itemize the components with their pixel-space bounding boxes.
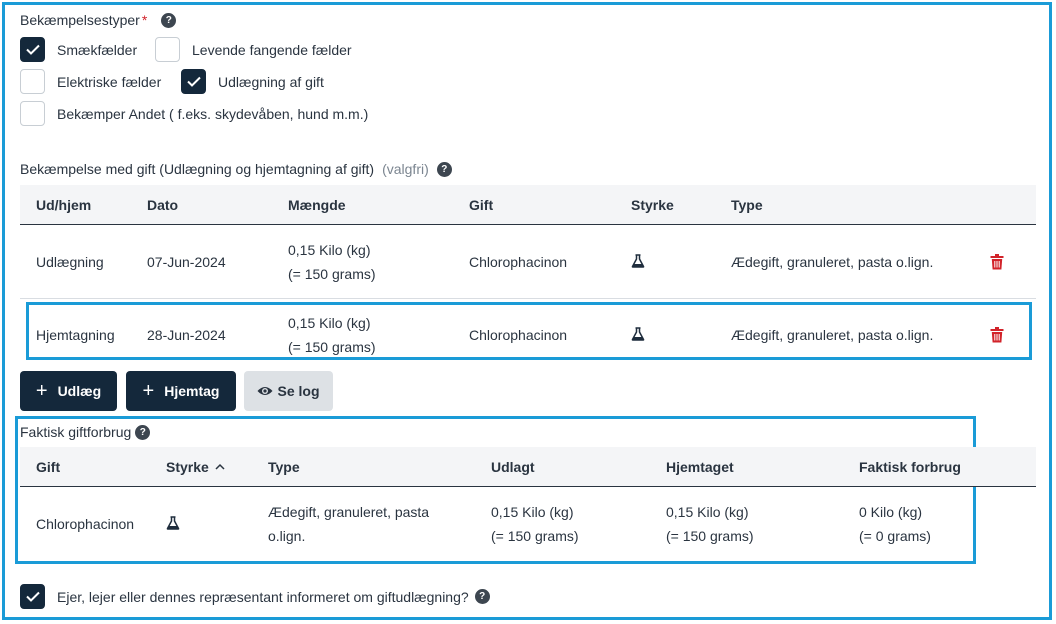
required-mark: * bbox=[141, 12, 148, 28]
col-gift: Gift bbox=[469, 196, 494, 213]
udlaeg-button[interactable]: + Udlæg bbox=[20, 371, 117, 411]
col-styrke: Styrke bbox=[166, 458, 209, 475]
trash-icon[interactable] bbox=[990, 254, 1004, 273]
hjemtaget-grams: (= 150 grams) bbox=[666, 528, 754, 544]
udlagt-grams: (= 150 grams) bbox=[491, 528, 579, 544]
forbrug-kg: 0 Kilo (kg) bbox=[859, 504, 923, 520]
checkbox-elektriske[interactable]: Elektriske fælder bbox=[20, 69, 161, 94]
maengde-kg: 0,15 Kilo (kg) bbox=[288, 242, 371, 258]
optional-label: (valgfri) bbox=[382, 161, 429, 177]
col-gift: Gift bbox=[36, 458, 61, 475]
cell-type: Ædegift, granuleret, pasta o.lign. bbox=[268, 500, 429, 548]
hjemtag-label: Hjemtag bbox=[164, 383, 220, 399]
hjemtag-button[interactable]: + Hjemtag bbox=[126, 371, 236, 411]
cell-hjemtaget: 0,15 Kilo (kg) (= 150 grams) bbox=[666, 500, 754, 548]
checkbox-box[interactable] bbox=[181, 69, 206, 94]
gift-section-label: Bekæmpelse med gift (Udlægning og hjemta… bbox=[20, 161, 452, 177]
plus-icon: + bbox=[142, 380, 155, 402]
col-udhjem: Ud/hjem bbox=[36, 196, 92, 213]
row-highlight bbox=[26, 302, 1032, 360]
col-udlagt: Udlagt bbox=[491, 458, 535, 475]
checkbox-label: Udlægning af gift bbox=[218, 73, 324, 90]
udlagt-kg: 0,15 Kilo (kg) bbox=[491, 504, 574, 520]
checkbox-box[interactable] bbox=[20, 37, 45, 62]
bekaempelsestyper-label: Bekæmpelsestyper * ? bbox=[20, 12, 177, 28]
check-icon bbox=[25, 44, 40, 55]
forbrug-table-header: Gift Styrke Type Udlagt Hjemtaget Faktis… bbox=[20, 447, 1036, 487]
checkbox-udlaegning-gift[interactable]: Udlægning af gift bbox=[181, 69, 324, 94]
checkbox-smaekfaelder[interactable]: Smækfælder bbox=[20, 37, 137, 62]
forbrug-label: Faktisk giftforbrug ? bbox=[20, 424, 151, 440]
cell-gift: Chlorophacinon bbox=[36, 516, 135, 532]
checkbox-andet[interactable]: Bekæmper Andet ( f.eks. skydevåben, hund… bbox=[20, 101, 368, 126]
col-dato: Dato bbox=[147, 196, 179, 213]
forbrug-title: Faktisk giftforbrug bbox=[20, 424, 132, 440]
check-icon bbox=[25, 591, 40, 602]
cell-udlagt: 0,15 Kilo (kg) (= 150 grams) bbox=[491, 500, 579, 548]
help-icon[interactable]: ? bbox=[474, 589, 490, 604]
udlaeg-label: Udlæg bbox=[57, 383, 102, 399]
checkbox-label: Elektriske fælder bbox=[57, 73, 162, 90]
col-type: Type bbox=[268, 458, 300, 475]
checkbox-label: Levende fangende fælder bbox=[192, 41, 352, 58]
hjemtaget-kg: 0,15 Kilo (kg) bbox=[666, 504, 749, 520]
help-icon[interactable]: ? bbox=[161, 12, 177, 28]
check-icon bbox=[186, 76, 201, 87]
gift-table-header: Ud/hjem Dato Mængde Gift Styrke Type bbox=[20, 185, 1036, 225]
informed-label: Ejer, lejer eller dennes repræsentant in… bbox=[57, 588, 469, 605]
cell-maengde: 0,15 Kilo (kg) (= 150 grams) bbox=[288, 238, 376, 286]
eye-icon bbox=[257, 387, 273, 395]
checkbox-levende-fangende[interactable]: Levende fangende fælder bbox=[155, 37, 352, 62]
gift-section-title: Bekæmpelse med gift (Udlægning og hjemta… bbox=[20, 161, 375, 177]
table-row: Chlorophacinon Ædegift, granuleret, past… bbox=[20, 488, 1036, 560]
chevron-up-icon bbox=[215, 463, 225, 470]
flask-icon bbox=[631, 254, 645, 271]
checkbox-box[interactable] bbox=[155, 37, 180, 62]
bekaempelsestyper-title: Bekæmpelsestyper bbox=[20, 12, 140, 28]
cell-dato: 07-Jun-2024 bbox=[147, 254, 226, 270]
col-styrke-sortable[interactable]: Styrke bbox=[166, 459, 225, 475]
type-line1: Ædegift, granuleret, pasta bbox=[268, 504, 430, 520]
checkbox-informed[interactable]: Ejer, lejer eller dennes repræsentant in… bbox=[20, 584, 490, 609]
cell-gift: Chlorophacinon bbox=[469, 254, 568, 270]
help-icon[interactable]: ? bbox=[135, 424, 151, 440]
help-icon[interactable]: ? bbox=[436, 161, 452, 177]
table-row: Udlægning 07-Jun-2024 0,15 Kilo (kg) (= 1… bbox=[20, 226, 1036, 298]
plus-icon: + bbox=[35, 380, 48, 402]
col-hjemtaget: Hjemtaget bbox=[666, 458, 734, 475]
checkbox-box[interactable] bbox=[20, 584, 45, 609]
flask-icon bbox=[166, 516, 180, 533]
cell-faktisk-forbrug: 0 Kilo (kg) (= 0 grams) bbox=[859, 500, 931, 548]
se-log-button[interactable]: Se log bbox=[244, 371, 333, 411]
se-log-label: Se log bbox=[277, 383, 320, 399]
checkbox-box[interactable] bbox=[20, 69, 45, 94]
col-type: Type bbox=[731, 196, 763, 213]
col-faktisk-forbrug: Faktisk forbrug bbox=[859, 458, 961, 475]
checkbox-label: Smækfælder bbox=[57, 41, 138, 58]
col-maengde: Mængde bbox=[288, 196, 346, 213]
forbrug-grams: (= 0 grams) bbox=[859, 528, 931, 544]
col-styrke: Styrke bbox=[631, 196, 674, 213]
forbrug-table: Gift Styrke Type Udlagt Hjemtaget Faktis… bbox=[20, 447, 1036, 557]
checkbox-label: Bekæmper Andet ( f.eks. skydevåben, hund… bbox=[57, 105, 369, 122]
cell-udhjem: Udlægning bbox=[36, 254, 104, 270]
type-line2: o.lign. bbox=[268, 528, 306, 544]
maengde-grams: (= 150 grams) bbox=[288, 266, 376, 282]
cell-type: Ædegift, granuleret, pasta o.lign. bbox=[731, 254, 934, 270]
checkbox-box[interactable] bbox=[20, 101, 45, 126]
